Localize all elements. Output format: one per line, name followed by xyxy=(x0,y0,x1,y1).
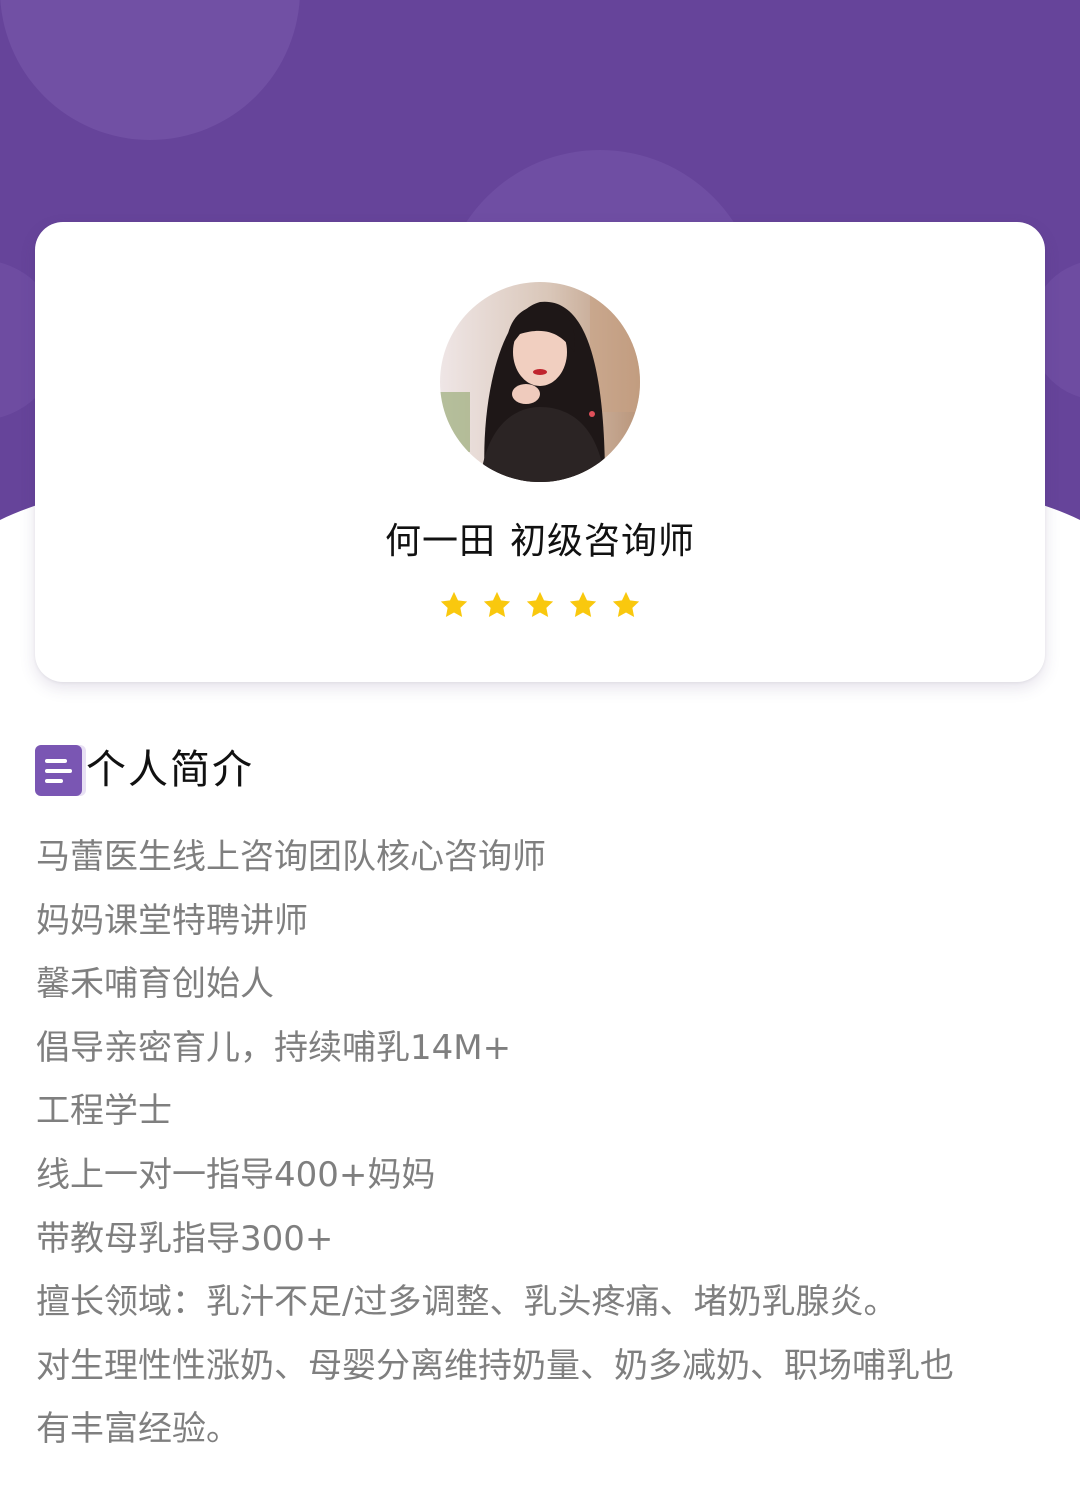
star-icon xyxy=(612,591,640,617)
star-icon xyxy=(526,591,554,617)
bio-line: 马蕾医生线上咨询团队核心咨询师 xyxy=(36,837,546,877)
star-rating xyxy=(35,590,1045,620)
intro-section-heading: 个人简介 xyxy=(35,744,254,796)
bio-line: 倡导亲密育儿，持续哺乳14M+ xyxy=(36,1027,512,1068)
profile-card: 何一田 初级咨询师 xyxy=(35,222,1045,682)
bio-line: 工程学士 xyxy=(36,1091,172,1132)
star-icon xyxy=(440,591,468,617)
bio-line: 馨禾哺育创始人 xyxy=(36,964,274,1005)
bio-list: 马蕾医生线上咨询团队核心咨询师 妈妈课堂特聘讲师 馨禾哺育创始人 倡导亲密育儿，… xyxy=(36,826,1046,1462)
star-icon xyxy=(569,591,597,617)
consultant-name: 何一田 xyxy=(384,521,496,562)
avatar-photo xyxy=(440,282,640,482)
consultant-title: 初级咨询师 xyxy=(510,521,696,562)
intro-section-title: 个人简介 xyxy=(86,747,254,793)
bio-line: 擅长领域：乳汁不足/过多调整、乳头疼痛、堵奶乳腺炎。 xyxy=(36,1282,898,1323)
bio-line: 有丰富经验。 xyxy=(36,1409,240,1450)
bio-line: 妈妈课堂特聘讲师 xyxy=(36,900,308,941)
bio-line: 对生理性性涨奶、母婴分离维持奶量、奶多减奶、职场哺乳也 xyxy=(36,1345,954,1386)
document-icon xyxy=(35,744,82,796)
avatar[interactable] xyxy=(440,282,640,482)
bio-line: 线上一对一指导400+妈妈 xyxy=(36,1154,436,1195)
star-icon xyxy=(483,591,511,617)
bio-line: 带教母乳指导300+ xyxy=(36,1218,334,1259)
consultant-name-title: 何一田 初级咨询师 xyxy=(35,512,1045,564)
